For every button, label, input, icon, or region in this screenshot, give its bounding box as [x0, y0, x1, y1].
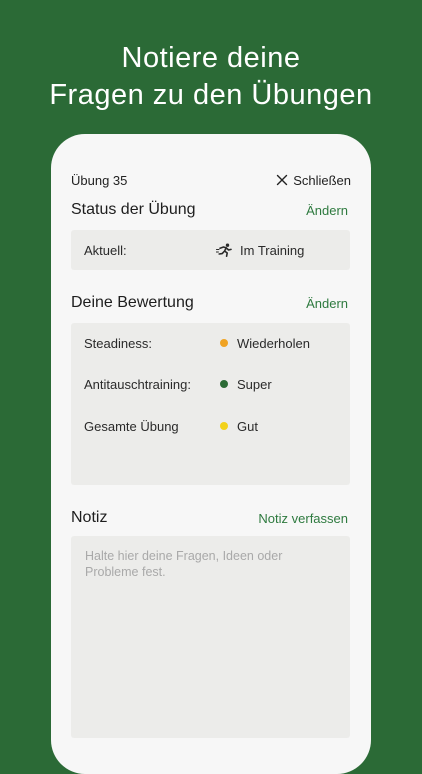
rating-value: Gut: [237, 418, 258, 434]
status-card: Aktuell: Im Training: [71, 230, 350, 270]
note-input[interactable]: [71, 536, 350, 738]
rating-value: Wiederholen: [237, 335, 310, 351]
close-button[interactable]: Schließen: [276, 173, 351, 188]
note-title: Notiz: [71, 509, 108, 526]
phone-screen: Übung 35 Schließen Status der Übung Ände…: [51, 134, 371, 774]
rating-value: Super: [237, 376, 272, 392]
rating-row: Steadiness: Wiederholen: [84, 334, 340, 352]
rating-value-wrap: Wiederholen: [216, 336, 310, 351]
headline: Notiere deine Fragen zu den Übungen: [0, 40, 422, 114]
rating-dot: [220, 339, 228, 347]
close-label: Schließen: [293, 172, 351, 188]
note-section-header: Notiz Notiz verfassen: [71, 509, 348, 527]
status-edit-link[interactable]: Ändern: [306, 203, 348, 218]
rating-dot: [220, 380, 228, 388]
status-value-wrap: Im Training: [216, 243, 304, 258]
rating-edit-link[interactable]: Ändern: [306, 296, 348, 311]
rating-row: Gesamte Übung Gut: [84, 417, 340, 435]
running-person-icon: [216, 243, 232, 257]
status-section-header: Status der Übung Ändern: [71, 201, 348, 219]
exercise-title: Übung 35: [71, 172, 128, 188]
headline-line-2: Fragen zu den Übungen: [49, 79, 373, 111]
rating-title: Deine Bewertung: [71, 294, 194, 311]
rating-dot: [220, 422, 228, 430]
rating-value-wrap: Super: [216, 377, 272, 392]
write-note-link[interactable]: Notiz verfassen: [258, 511, 348, 526]
rating-key: Steadiness:: [84, 335, 152, 351]
status-key: Aktuell:: [84, 242, 127, 258]
rating-key: Antitauschtraining:: [84, 376, 191, 392]
rating-card: Steadiness: Wiederholen Antitauschtraini…: [71, 323, 350, 485]
rating-section-header: Deine Bewertung Ändern: [71, 294, 348, 312]
close-icon: [276, 174, 288, 186]
status-row: Aktuell: Im Training: [84, 241, 340, 259]
rating-value-wrap: Gut: [216, 419, 258, 434]
status-title: Status der Übung: [71, 201, 196, 218]
top-bar: Übung 35 Schließen: [71, 170, 351, 190]
rating-key: Gesamte Übung: [84, 418, 179, 434]
headline-line-1: Notiere deine: [121, 42, 301, 74]
rating-row: Antitauschtraining: Super: [84, 375, 340, 393]
status-value: Im Training: [240, 242, 305, 258]
